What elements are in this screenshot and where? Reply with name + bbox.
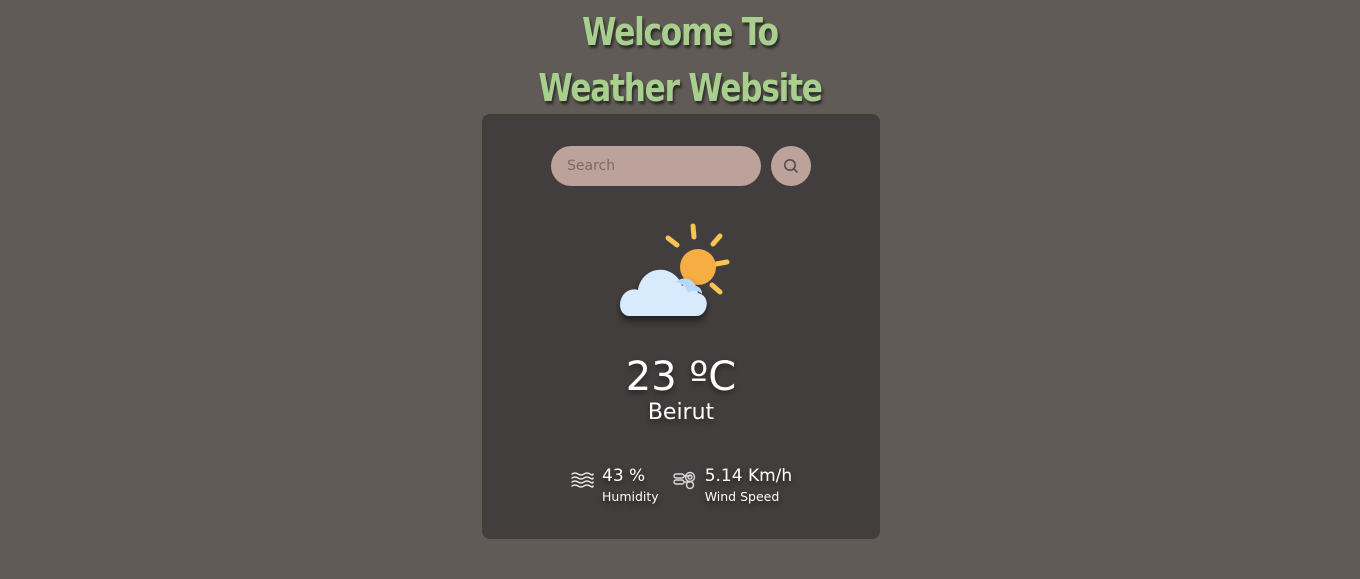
wind-value: 5.14 Km/h (704, 466, 793, 486)
wind-detail: 5.14 Km/h Wind Speed (672, 464, 792, 506)
weather-details: 43 % Humidity 5.14 Km/h Wind Speed (570, 464, 806, 506)
search-bar (551, 146, 811, 186)
city-name: Beirut (647, 400, 715, 425)
partly-cloudy-icon (620, 223, 730, 316)
wind-text: 5.14 Km/h Wind Speed (705, 464, 792, 506)
humidity-value: 43 % (602, 466, 646, 486)
page: Welcome To Weather Website Search 23 ºC … (0, 0, 1360, 579)
temperature: 23 ºC (625, 354, 737, 400)
humidity-text: 43 % Humidity (602, 464, 659, 506)
page-title: Welcome To Weather Website (538, 10, 823, 110)
search-icon (784, 159, 798, 173)
weather-card: 23 ºC Beirut 43 % Humidity (482, 114, 880, 539)
humidity-detail: 43 % Humidity (570, 464, 659, 506)
wind-icon (672, 471, 695, 490)
humidity-icon (571, 472, 594, 488)
search-input[interactable] (551, 146, 761, 186)
humidity-label: Humidity (602, 489, 659, 504)
search-button[interactable] (771, 146, 811, 186)
wind-label: Wind Speed (704, 489, 780, 504)
